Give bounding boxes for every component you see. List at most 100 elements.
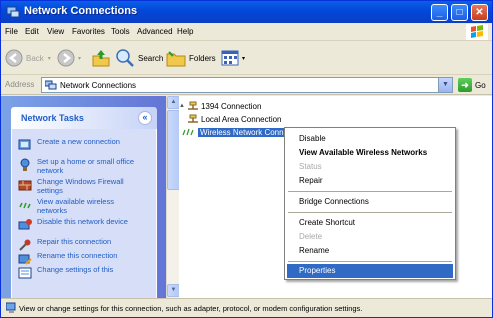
settings-icon: [18, 267, 32, 279]
menu-file[interactable]: File: [5, 27, 18, 36]
status-connection-icon: [6, 302, 16, 313]
maximize-button[interactable]: □: [451, 4, 468, 21]
folders-button[interactable]: Folders: [166, 46, 216, 70]
ctx-bridge-connections[interactable]: Bridge Connections: [287, 195, 453, 209]
menu-advanced[interactable]: Advanced: [137, 27, 173, 36]
task-label: Repair this connection: [37, 237, 112, 246]
menu-help[interactable]: Help: [177, 27, 193, 36]
context-menu: Disable View Available Wireless Networks…: [284, 127, 456, 280]
window-title: Network Connections: [24, 5, 138, 17]
network-tasks-list: Create a new connection Set up a home or…: [11, 129, 157, 298]
ctx-properties[interactable]: Properties: [287, 264, 453, 278]
firewall-icon: [18, 180, 32, 191]
forward-dropdown-icon[interactable]: ▾: [78, 55, 81, 62]
address-label: Address: [5, 80, 35, 89]
menu-favorites[interactable]: Favorites: [72, 27, 105, 36]
task-label: Set up a home or small office network: [37, 157, 134, 175]
menu-view[interactable]: View: [47, 27, 64, 36]
folders-label: Folders: [189, 53, 216, 63]
network-tasks-header[interactable]: Network Tasks «: [11, 107, 157, 129]
task-label: Disable this network device: [37, 217, 128, 226]
task-label: View available wireless networks: [37, 197, 114, 215]
task-create-connection[interactable]: Create a new connection: [18, 137, 145, 152]
menu-separator: [288, 261, 452, 262]
back-label: Back: [26, 53, 44, 63]
task-disable-device[interactable]: Disable this network device: [18, 217, 145, 232]
toolbar: Back ▾ ▾ Search Folders ▾: [1, 41, 492, 75]
task-firewall-settings[interactable]: Change Windows Firewall settings: [18, 177, 145, 195]
ctx-disable[interactable]: Disable: [287, 132, 453, 146]
wireless-adapter-icon: [182, 128, 194, 136]
task-label: Change settings of this: [37, 265, 114, 274]
folders-icon: [166, 51, 186, 67]
collapse-chevron-icon[interactable]: «: [138, 111, 152, 125]
network-tasks-title: Network Tasks: [21, 113, 84, 123]
task-pane: Network Tasks « Create a new connection …: [1, 96, 166, 298]
task-repair-connection[interactable]: Repair this connection: [18, 237, 145, 252]
ctx-create-shortcut[interactable]: Create Shortcut: [287, 216, 453, 230]
menu-edit[interactable]: Edit: [25, 27, 39, 36]
up-folder-button[interactable]: [91, 46, 114, 70]
task-label: Rename this connection: [37, 251, 118, 260]
status-bar: View or change settings for this connect…: [1, 298, 492, 317]
address-dropdown-icon[interactable]: ▼: [438, 78, 452, 92]
views-button[interactable]: ▾: [221, 46, 245, 70]
connection-item-wireless[interactable]: Wireless Network Conn: [182, 126, 286, 138]
status-text: View or change settings for this connect…: [19, 304, 363, 313]
connection-label: Wireless Network Conn: [198, 127, 286, 137]
network-adapter-icon: [188, 114, 198, 123]
new-connection-icon: [18, 139, 31, 150]
connection-label: 1394 Connection: [200, 101, 262, 111]
menu-separator: [288, 212, 452, 213]
network-connections-window: Network Connections _ □ ✕ File Edit View…: [0, 0, 493, 318]
connection-label: Local Area Connection: [201, 114, 282, 124]
network-tasks-panel: Network Tasks « Create a new connection …: [11, 107, 157, 298]
address-input[interactable]: Network Connections ▼: [41, 77, 453, 93]
wireless-icon: [19, 202, 31, 209]
connection-item-1394[interactable]: ▲ 1394 Connection: [179, 100, 261, 112]
menu-separator: [288, 191, 452, 192]
ctx-repair[interactable]: Repair: [287, 174, 453, 188]
expand-chevron-icon: ▲: [179, 103, 185, 109]
home-network-icon: [20, 158, 30, 171]
ctx-rename[interactable]: Rename: [287, 244, 453, 258]
network-connections-small-icon: [45, 80, 57, 90]
views-icon: [221, 50, 239, 66]
connection-item-local-area[interactable]: Local Area Connection: [187, 113, 282, 125]
ctx-delete: Delete: [299, 232, 323, 241]
go-button[interactable]: Go: [475, 81, 486, 90]
network-adapter-icon: [187, 101, 198, 110]
minimize-button[interactable]: _: [431, 4, 448, 21]
close-button[interactable]: ✕: [471, 4, 488, 21]
views-dropdown-icon: ▾: [242, 55, 246, 62]
windows-logo-icon: [466, 24, 488, 40]
task-home-network[interactable]: Set up a home or small office network: [18, 157, 145, 175]
back-arrow-icon: [5, 49, 23, 67]
menu-tools[interactable]: Tools: [111, 27, 130, 36]
search-button[interactable]: Search: [115, 46, 163, 70]
back-dropdown-icon[interactable]: ▾: [48, 55, 51, 62]
rename-icon: [18, 254, 32, 265]
disable-device-icon: [18, 219, 32, 230]
up-folder-icon: [92, 50, 110, 67]
title-bar[interactable]: Network Connections _ □ ✕: [1, 1, 492, 23]
search-icon: [116, 49, 134, 67]
network-connections-icon: [6, 6, 20, 18]
repair-icon: [19, 239, 31, 251]
ctx-status: Status: [299, 162, 322, 171]
back-button[interactable]: Back ▾: [5, 46, 51, 70]
task-pane-scrollbar[interactable]: ▲ ▼: [166, 96, 180, 298]
task-label: Create a new connection: [37, 137, 120, 146]
task-rename-connection[interactable]: Rename this connection: [18, 251, 145, 266]
task-view-wireless[interactable]: View available wireless networks: [18, 197, 145, 215]
task-change-settings[interactable]: Change settings of this: [18, 265, 145, 280]
forward-button[interactable]: ▾: [57, 46, 81, 70]
task-label: Change Windows Firewall settings: [37, 177, 124, 195]
ctx-view-wireless-networks[interactable]: View Available Wireless Networks: [287, 146, 453, 160]
menu-bar: File Edit View Favorites Tools Advanced …: [1, 23, 492, 41]
forward-arrow-icon: [57, 49, 75, 67]
address-bar: Address Network Connections ▼ ➜ Go: [1, 75, 492, 95]
go-arrow-icon[interactable]: ➜: [458, 78, 472, 92]
search-label: Search: [138, 53, 164, 63]
address-value: Network Connections: [60, 81, 137, 90]
